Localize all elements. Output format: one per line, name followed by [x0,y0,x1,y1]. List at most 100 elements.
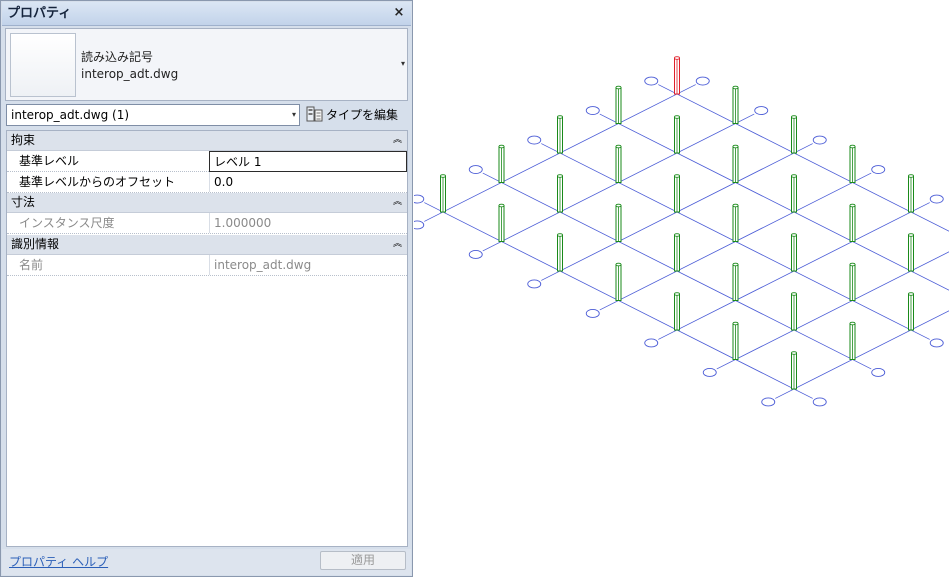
type-family-name: 読み込み記号 [81,48,153,65]
chevron-down-icon[interactable]: ▾ [401,59,405,68]
collapse-icon[interactable]: ︽ [393,235,402,254]
column-top [909,175,914,178]
column[interactable] [675,175,680,212]
grid-line [658,85,949,281]
column-top [558,175,563,178]
base-level-field[interactable]: レベル 1 [209,151,407,172]
grid-line [775,262,949,399]
column[interactable] [850,322,855,359]
column-top [499,145,504,148]
column[interactable] [792,234,797,271]
property-label: 基準レベル [19,151,79,171]
column[interactable] [733,86,738,123]
chevron-down-icon[interactable]: ▾ [292,105,296,125]
column-top [792,293,797,296]
property-label: インスタンス尺度 [19,213,115,233]
edit-type-button[interactable]: タイプを編集 [304,104,408,126]
selected-column[interactable] [675,57,680,94]
type-selector[interactable]: 読み込み記号 interop_adt.dwg ▾ [5,28,408,101]
column-top [792,234,797,237]
property-row-instance-scale: インスタンス尺度 1.000000 [7,213,407,234]
column[interactable] [558,234,563,271]
grid-bubble [469,250,482,258]
column-top [792,175,797,178]
column-top [733,322,738,325]
column[interactable] [616,86,621,123]
column-top [558,116,563,119]
grid-bubbles [414,77,949,406]
grid-bubble [645,77,658,85]
column[interactable] [733,322,738,359]
column-top [909,234,914,237]
column[interactable] [616,263,621,300]
grid-bubble [930,195,943,203]
column[interactable] [558,175,563,212]
column[interactable] [792,175,797,212]
column[interactable] [675,234,680,271]
panel-title: プロパティ × [2,2,411,26]
instance-filter-dropdown[interactable]: interop_adt.dwg (1) ▾ [6,104,300,126]
grid-bubble [762,398,775,406]
section-title: 拘束 [11,133,35,147]
column[interactable] [909,175,914,212]
column[interactable] [909,293,914,330]
column[interactable] [850,263,855,300]
grid-bubble [813,398,826,406]
grid-bubble [930,339,943,347]
property-row-base-level[interactable]: 基準レベル レベル 1 [7,151,407,172]
column-top [499,204,504,207]
apply-button[interactable]: 適用 [320,551,406,570]
section-title: 寸法 [11,195,35,209]
column[interactable] [792,352,797,389]
grid-bubble [586,309,599,317]
column[interactable] [616,145,621,182]
column[interactable] [441,175,446,212]
column-top [850,145,855,148]
column-top [909,293,914,296]
grid-bubble [813,136,826,144]
section-identity-data[interactable]: 識別情報 ︽ [7,235,407,255]
grid-bubble [755,107,768,115]
3d-viewport[interactable] [414,0,949,577]
column-top [733,204,738,207]
column[interactable] [792,293,797,330]
collapse-icon[interactable]: ︽ [393,193,402,212]
section-constraints[interactable]: 拘束 ︽ [7,131,407,151]
column[interactable] [733,204,738,241]
name-value: interop_adt.dwg [209,255,407,275]
property-row-base-offset[interactable]: 基準レベルからのオフセット 0.0 [7,172,407,193]
type-name: interop_adt.dwg [81,67,178,81]
grid-bubble [414,195,424,203]
column[interactable] [558,116,563,153]
edit-type-icon [306,106,323,123]
grid-bubble [414,221,424,229]
instance-scale-value: 1.000000 [209,213,407,233]
column[interactable] [616,204,621,241]
collapse-icon[interactable]: ︽ [393,131,402,150]
column[interactable] [733,145,738,182]
column[interactable] [792,116,797,153]
grid-bubble [645,339,658,347]
close-icon[interactable]: × [391,4,407,22]
column[interactable] [499,204,504,241]
isometric-grid-view[interactable] [414,0,949,577]
column-top [792,352,797,355]
property-label: 名前 [19,255,43,275]
base-offset-field[interactable]: 0.0 [209,172,407,192]
column[interactable] [909,234,914,271]
column-top [675,293,680,296]
column[interactable] [850,145,855,182]
section-dimensions[interactable]: 寸法 ︽ [7,193,407,213]
column-top [675,175,680,178]
column-top [733,86,738,89]
column[interactable] [733,263,738,300]
grid-bubble [528,280,541,288]
properties-help-link[interactable]: プロパティ ヘルプ [9,553,108,570]
column-top [441,175,446,178]
column[interactable] [499,145,504,182]
properties-panel: プロパティ × 読み込み記号 interop_adt.dwg ▾ interop… [0,0,413,577]
column[interactable] [850,204,855,241]
grid-bubble [469,166,482,174]
column[interactable] [675,293,680,330]
column[interactable] [675,116,680,153]
